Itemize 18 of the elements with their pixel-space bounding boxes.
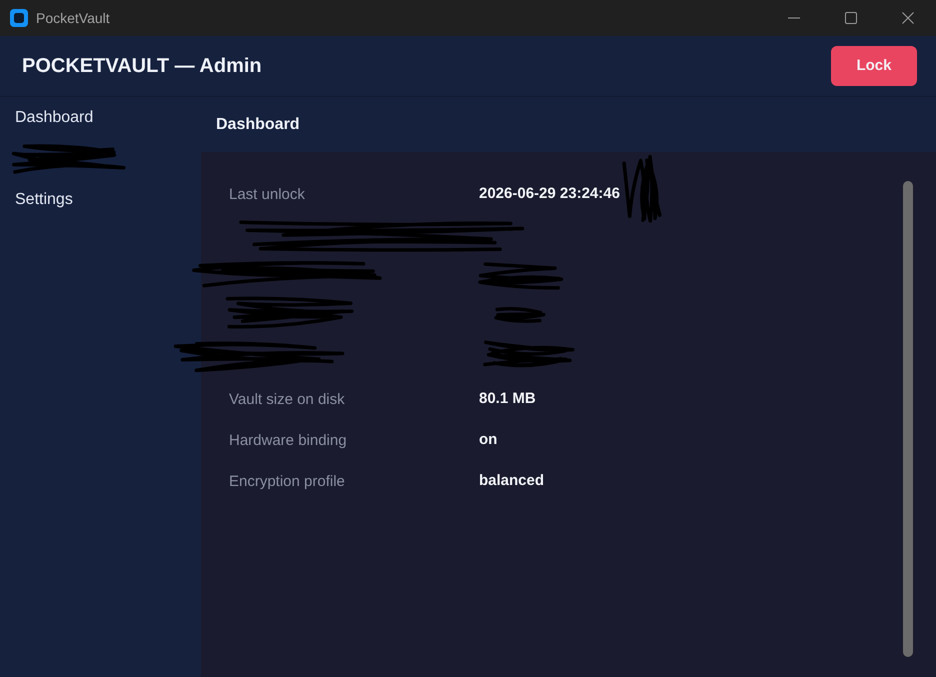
sidebar-item[interactable]: Dashboard (15, 106, 94, 130)
field-label: Vault size on disk (229, 390, 345, 408)
app-icon (10, 9, 28, 27)
sidebar-item[interactable]: Settings (15, 188, 73, 212)
close-icon (902, 12, 914, 24)
field-label: Encryption profile (229, 472, 345, 490)
page-title: Dashboard (216, 114, 300, 134)
app-header-title: POCKETVAULT — Admin (22, 54, 262, 79)
window-title: PocketVault (36, 8, 110, 28)
field-value: 80.1 MB (479, 389, 536, 410)
scrollbar-thumb[interactable] (903, 181, 913, 657)
field-value: balanced (479, 471, 544, 492)
field-label: Hardware binding (229, 432, 347, 448)
maximize-icon (844, 12, 856, 24)
field-value: 2026-06-29 23:24:46 (479, 184, 620, 204)
field-value: on (479, 430, 498, 450)
field-label: Last unlock (229, 186, 305, 202)
minimize-icon (788, 17, 800, 19)
